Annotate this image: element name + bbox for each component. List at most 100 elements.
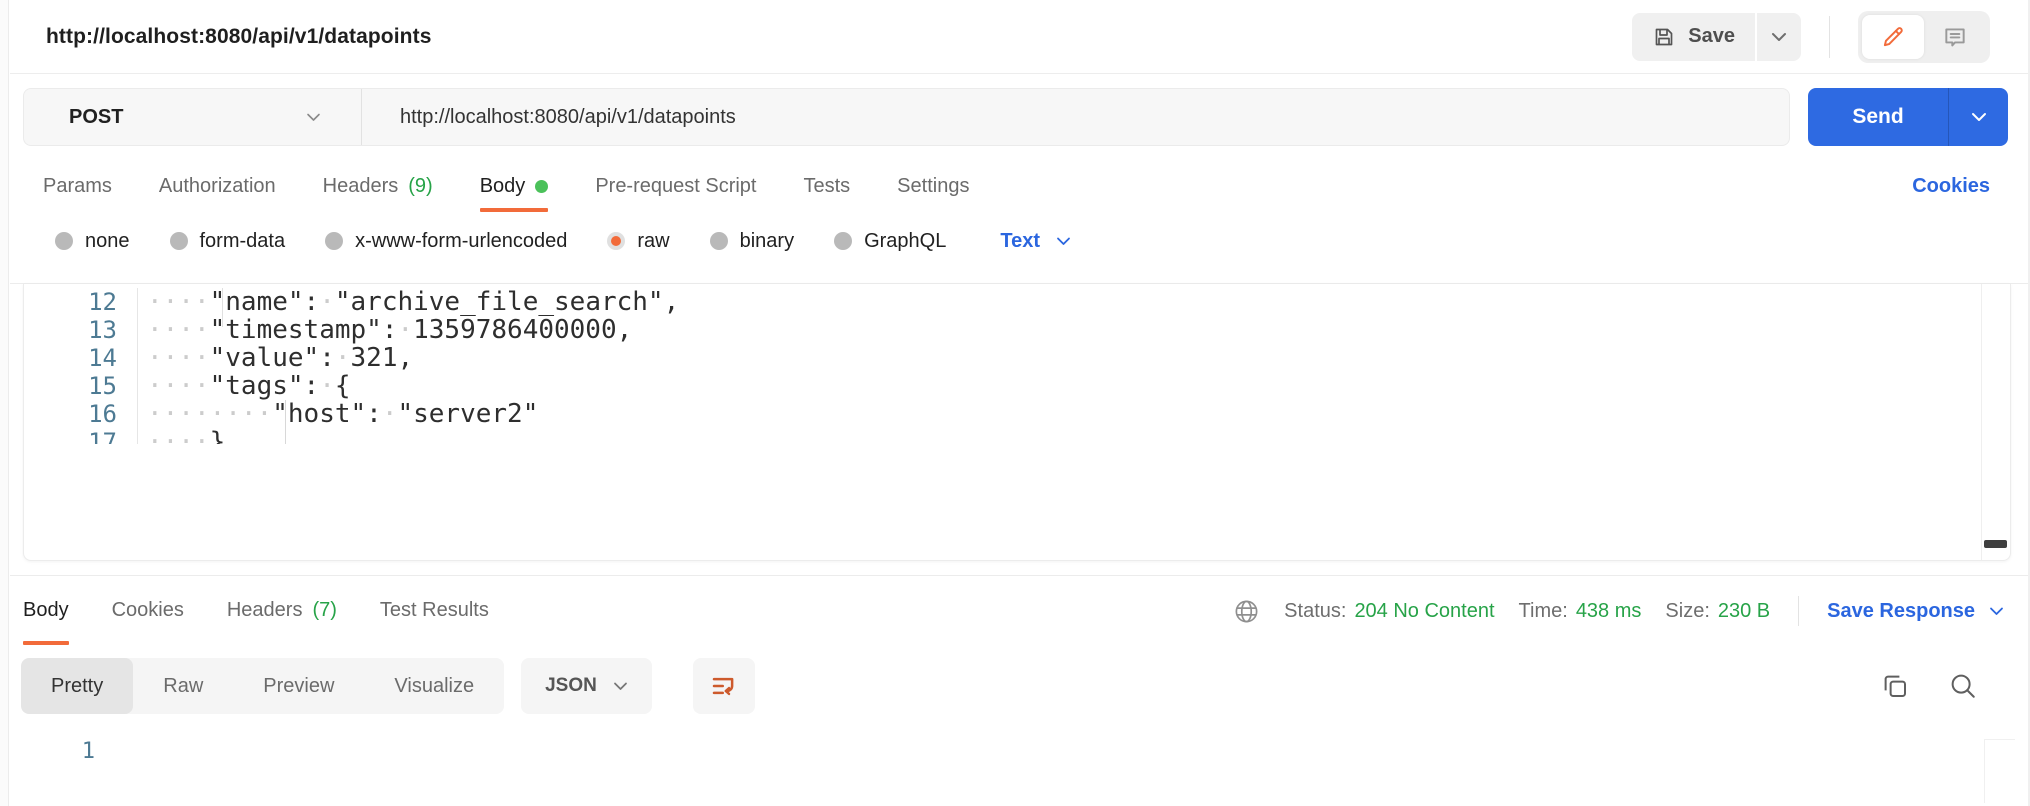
time-value: 438 ms <box>1575 599 1642 622</box>
tab-params[interactable]: Params <box>43 160 112 212</box>
scrollbar-thumb[interactable] <box>1984 540 2007 548</box>
size-label: Size: <box>1665 599 1710 622</box>
method-label: POST <box>69 105 124 128</box>
body-type-raw[interactable]: raw <box>607 229 670 253</box>
meta-divider <box>1798 596 1800 626</box>
tab-authorization[interactable]: Authorization <box>159 160 276 212</box>
copy-response-button[interactable] <box>1880 645 1910 727</box>
left-panel-edge <box>0 0 9 806</box>
code-row: 14 ····"value":·321, <box>24 344 2010 372</box>
url-input[interactable]: http://localhost:8080/api/v1/datapoints <box>362 89 1789 145</box>
indent-guide <box>285 400 286 444</box>
edit-mode-button[interactable] <box>1862 14 1924 59</box>
tab-headers[interactable]: Headers (9) <box>323 160 433 212</box>
radio-icon <box>55 232 73 250</box>
tab-label: Params <box>43 174 112 197</box>
tab-tests[interactable]: Tests <box>803 160 850 212</box>
chevron-down-icon <box>613 682 628 691</box>
tab-pre-request-script[interactable]: Pre-request Script <box>595 160 756 212</box>
body-type-label: form-data <box>199 229 286 252</box>
code-row: 17 ····} <box>24 428 2010 444</box>
view-preview-button[interactable]: Preview <box>233 658 364 714</box>
code-line: ····"name":·"archive_file_search", <box>147 287 680 317</box>
body-type-form-data[interactable]: form-data <box>169 229 286 253</box>
tab-label: Body <box>23 599 69 621</box>
line-number: 13 <box>24 316 138 344</box>
response-toolbar: Pretty Raw Preview Visualize JSON <box>10 645 2028 727</box>
view-raw-button[interactable]: Raw <box>133 658 233 714</box>
wrap-text-button[interactable] <box>692 658 755 714</box>
scrollbar-track <box>1985 739 2015 740</box>
tab-settings[interactable]: Settings <box>897 160 969 212</box>
headers-count-badge: (9) <box>408 174 433 197</box>
body-modified-dot <box>535 179 549 193</box>
response-tab-test-results[interactable]: Test Results <box>380 576 489 645</box>
code-row: 15 ····"tags":·{ <box>24 372 2010 400</box>
body-type-bar: none form-data x-www-form-urlencoded raw… <box>10 212 2028 270</box>
response-status: Status: 204 No Content <box>1284 600 1494 623</box>
format-select[interactable]: Text <box>1000 230 1071 253</box>
save-button[interactable]: Save <box>1632 12 1755 61</box>
scrollbar-track <box>1984 739 1985 803</box>
response-size: Size: 230 B <box>1665 600 1770 623</box>
scrollbar-track <box>1981 284 1982 560</box>
tab-label: Test Results <box>379 599 489 621</box>
request-url-bar: POST http://localhost:8080/api/v1/datapo… <box>10 74 2028 160</box>
chevron-down-icon <box>1771 32 1787 42</box>
view-visualize-button[interactable]: Visualize <box>364 658 504 714</box>
edit-comment-toggle <box>1858 10 1990 63</box>
body-type-label: raw <box>637 229 670 252</box>
api-client-window: http://localhost:8080/api/v1/datapoints … <box>0 0 2030 806</box>
globe-icon[interactable] <box>1233 598 1260 625</box>
save-response-button[interactable]: Save Response <box>1827 600 2004 623</box>
response-tab-body[interactable]: Body <box>23 576 69 645</box>
tab-label: Pre-request Script <box>595 174 757 197</box>
body-type-binary[interactable]: binary <box>709 229 795 253</box>
response-tab-cookies[interactable]: Cookies <box>112 576 184 645</box>
line-number: 14 <box>24 344 138 372</box>
code-line: ····"value":·321, <box>147 343 414 373</box>
response-body-viewer[interactable]: 1 <box>10 727 2028 803</box>
chevron-down-icon <box>1989 607 2004 616</box>
copy-icon <box>1880 671 1910 701</box>
wrap-text-icon <box>709 671 739 701</box>
line-number: 16 <box>24 400 138 428</box>
view-pretty-button[interactable]: Pretty <box>21 658 134 714</box>
response-format-select[interactable]: JSON <box>521 658 652 714</box>
body-type-label: none <box>85 229 130 252</box>
line-number: 1 <box>81 739 95 764</box>
request-tabs: Params Authorization Headers (9) Body Pr… <box>10 160 2028 212</box>
tab-label: Cookies <box>111 599 184 621</box>
headers-count-badge: (7) <box>312 599 337 621</box>
response-tab-headers[interactable]: Headers (7) <box>227 576 337 645</box>
code-line: ····} <box>147 427 226 444</box>
body-type-none[interactable]: none <box>55 230 130 253</box>
radio-icon <box>325 232 344 250</box>
response-format-label: JSON <box>545 675 597 696</box>
method-select[interactable]: POST <box>24 89 362 145</box>
status-value: 204 No Content <box>1354 599 1495 622</box>
body-type-graphql[interactable]: GraphQL <box>834 230 946 253</box>
comment-button[interactable] <box>1924 15 1986 59</box>
send-button[interactable]: Send <box>1808 88 1948 146</box>
header-divider <box>1829 15 1830 58</box>
search-response-button[interactable] <box>1948 645 1978 727</box>
code-line: ········"host":·"server2" <box>147 399 539 429</box>
response-header: Body Cookies Headers (7) Test Results St… <box>10 575 2028 645</box>
body-type-urlencoded[interactable]: x-www-form-urlencoded <box>325 230 567 253</box>
request-body-section: 12 ····"name":·"archive_file_search", 13… <box>10 283 2028 561</box>
save-button-label: Save <box>1688 25 1735 47</box>
tab-body[interactable]: Body <box>479 160 549 212</box>
code-row: 13 ····"timestamp":·1359786400000, <box>24 316 2010 344</box>
status-label: Status: <box>1284 599 1347 622</box>
body-type-label: GraphQL <box>864 229 947 252</box>
tab-label: Tests <box>803 174 851 197</box>
code-line: ····"tags":·{ <box>147 371 351 401</box>
code-row: 16 ········"host":·"server2" <box>24 400 2010 428</box>
url-value: http://localhost:8080/api/v1/datapoints <box>400 105 736 128</box>
body-type-label: binary <box>739 229 795 252</box>
cookies-link[interactable]: Cookies <box>1912 160 1990 212</box>
code-viewport[interactable]: 12 ····"name":·"archive_file_search", 13… <box>24 284 2010 444</box>
send-options-button[interactable] <box>1948 88 2008 146</box>
save-options-button[interactable] <box>1757 12 1801 61</box>
